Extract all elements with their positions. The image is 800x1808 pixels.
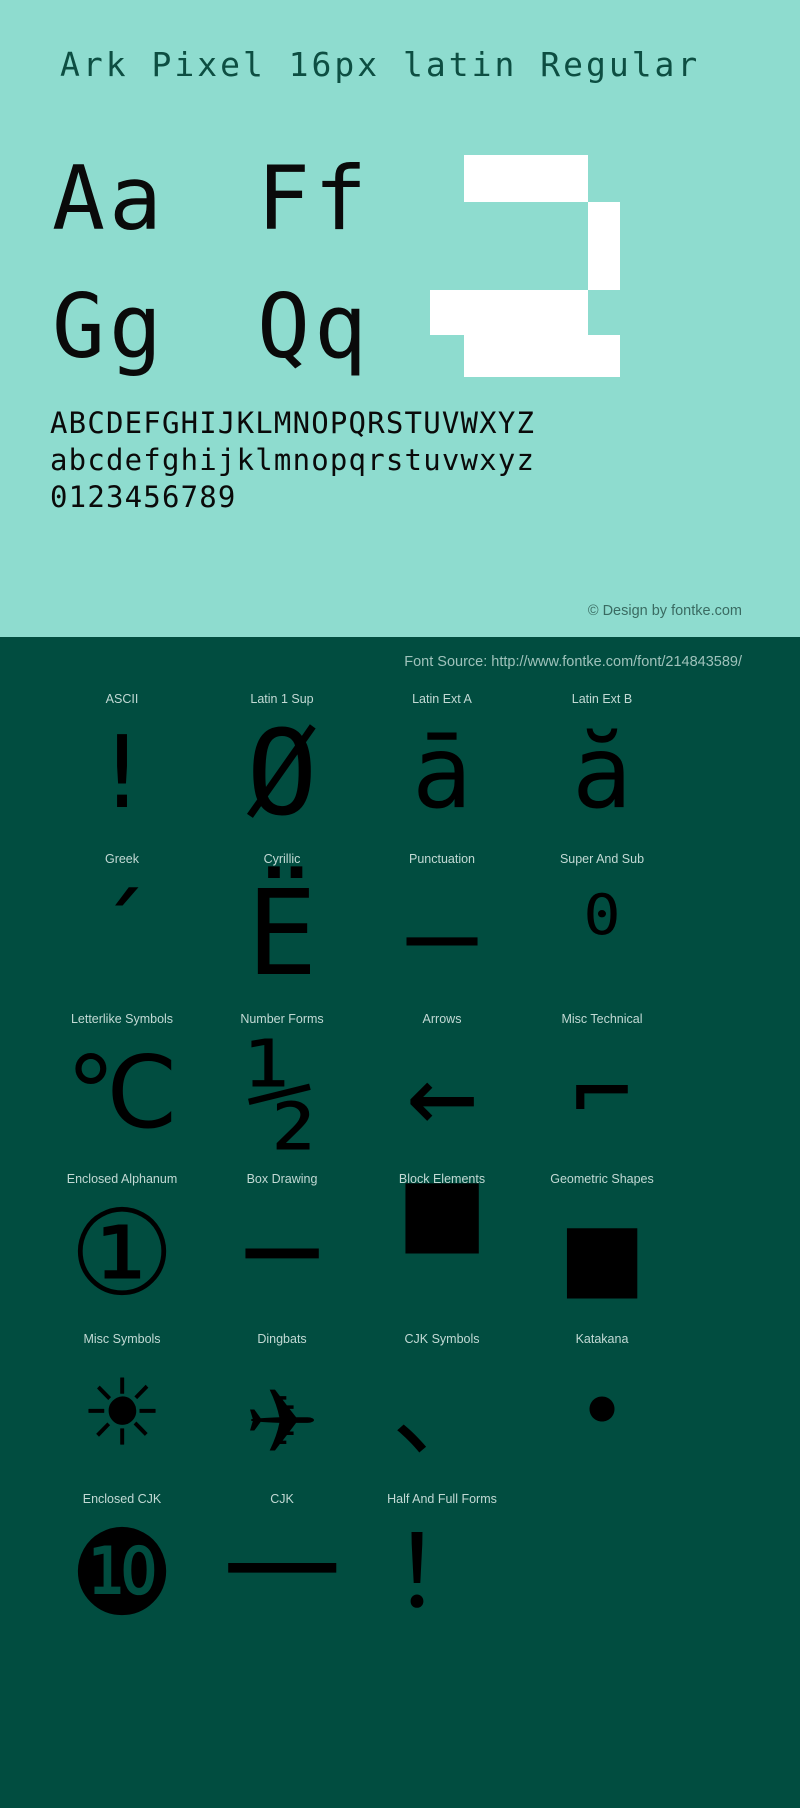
range-row: Misc Symbols ☀ Dingbats ✈ CJK Symbols、 Kataka… xyxy=(0,1317,800,1477)
unicode-ranges-panel: Font Source: http://www.fontke.com/font/… xyxy=(0,637,800,1808)
range-cell: Katakana ・ xyxy=(502,1317,702,1477)
sample-pair-ff: Ff xyxy=(257,147,371,250)
range-label: Super And Sub xyxy=(559,852,645,866)
alphabet-lowercase: abcdefghijklmnopqrstuvwxyz xyxy=(50,443,536,477)
range-row: Greek ΄ Cyrillic Ё Punctuation — Super And Sub… xyxy=(0,837,800,997)
alphabet-digits: 0123456789 xyxy=(50,480,237,514)
alphabet-block: ABCDEFGHIJKLMNOPQRSTUVWXYZ abcdefghijklm… xyxy=(50,405,750,516)
range-row: Enclosed Alphanum ① Box Drawing ─ Block Elem… xyxy=(0,1157,800,1317)
page-title: Ark Pixel 16px latin Regular xyxy=(60,45,701,84)
sample-pair-qq: Qq xyxy=(257,275,371,378)
range-cell xyxy=(502,1477,702,1677)
showcase-glyph-a xyxy=(430,155,620,377)
font-specimen-panel: Ark Pixel 16px latin Regular Aa Ff Gg Qq… xyxy=(0,0,800,637)
range-sample-glyph: ⁰ xyxy=(571,874,633,991)
range-sample-glyph: ・ xyxy=(542,1344,661,1482)
sample-pairs-grid: Aa Ff Gg Qq xyxy=(52,155,472,400)
range-sample-glyph: ă xyxy=(571,714,633,831)
range-label: Latin Ext B xyxy=(571,692,633,706)
copyright-notice: © Design by fontke.com xyxy=(587,603,742,619)
font-source-link[interactable]: Font Source: http://www.fontke.com/font/… xyxy=(404,654,742,670)
font-preview-page: Ark Pixel 16px latin Regular Aa Ff Gg Qq… xyxy=(0,0,800,1808)
range-row: Enclosed CJK ❿ CJK 一 Half And Full Forms！ xyxy=(0,1477,800,1677)
range-row: Letterlike Symbols ℃ Number Forms ½ Arrows ← M… xyxy=(0,997,800,1157)
range-cell: Geometric Shapes ■ xyxy=(502,1157,702,1317)
unicode-range-grid: ASCII! Latin 1 Sup Ø Latin Ext Aā Latin Ext … xyxy=(0,677,800,1677)
range-sample-glyph xyxy=(502,1513,702,1633)
range-sample-glyph: ■ xyxy=(566,1184,638,1322)
sample-pair-aa: Aa xyxy=(52,147,166,250)
range-cell: Super And Sub ⁰ xyxy=(502,837,702,997)
sample-pair-gg: Gg xyxy=(52,275,166,378)
range-label: Misc Technical xyxy=(561,1012,643,1026)
range-cell: Latin Ext B ă xyxy=(502,677,702,837)
range-cell: Misc Technical ⌐ xyxy=(502,997,702,1157)
range-sample-glyph: ⌐ xyxy=(571,1034,633,1151)
alphabet-uppercase: ABCDEFGHIJKLMNOPQRSTUVWXYZ xyxy=(50,406,536,440)
range-row: ASCII! Latin 1 Sup Ø Latin Ext Aā Latin Ext … xyxy=(0,677,800,837)
